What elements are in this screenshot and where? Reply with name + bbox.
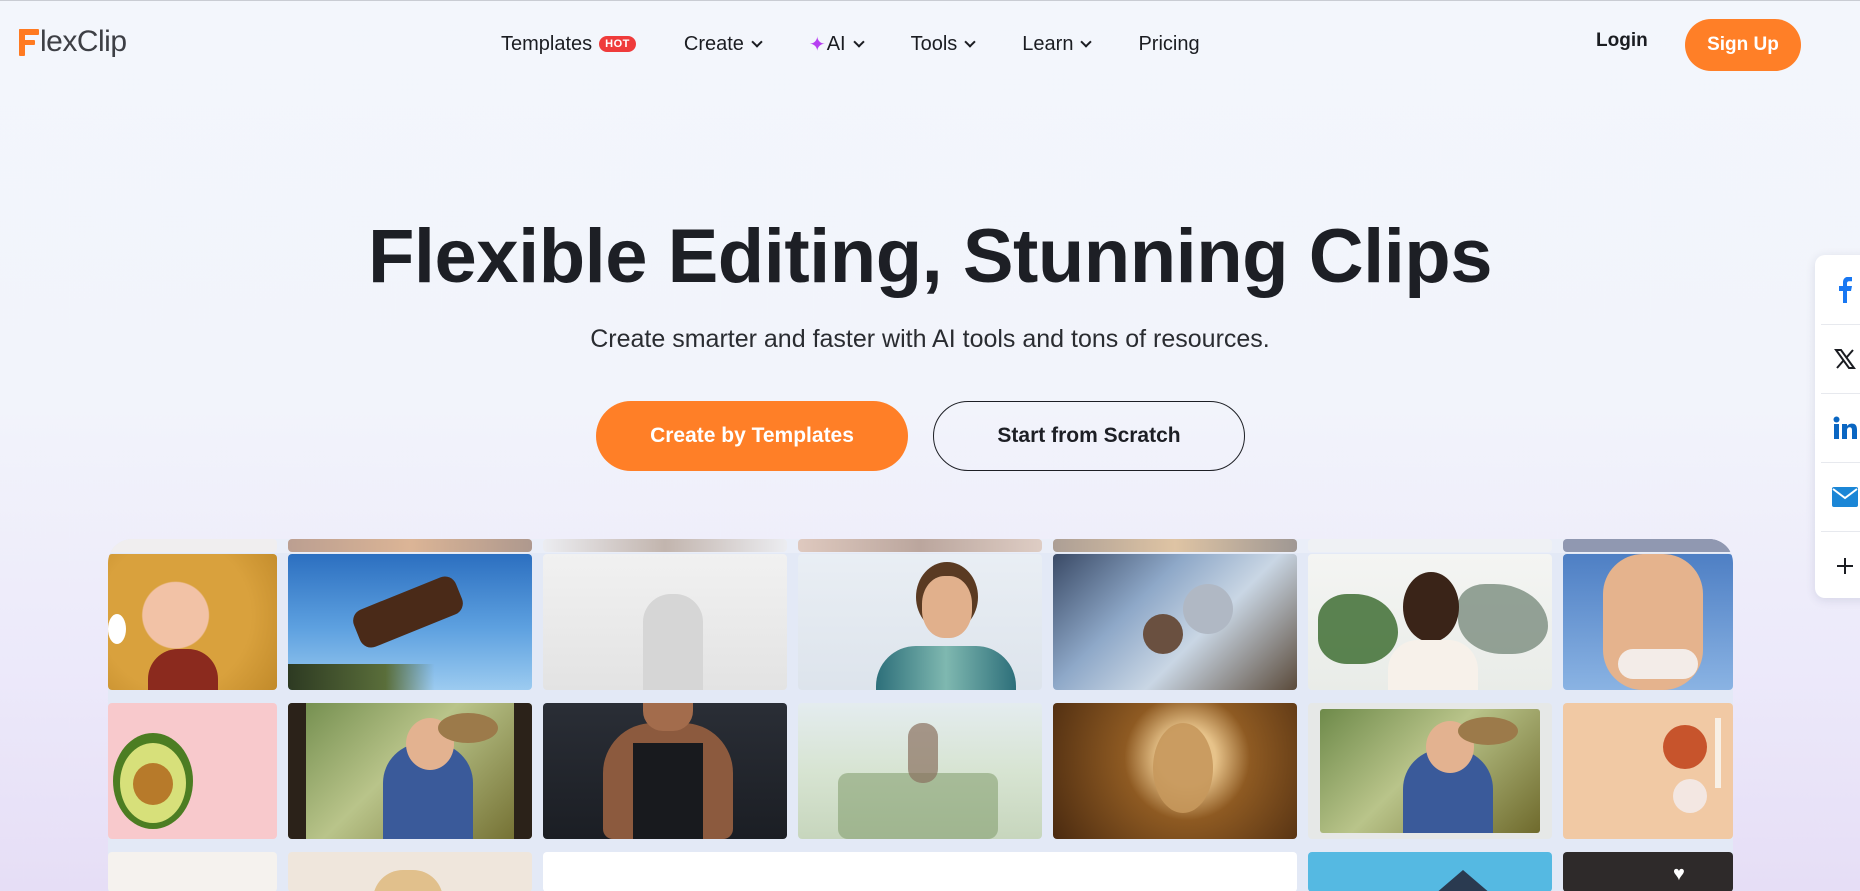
linkedin-icon: [1833, 416, 1857, 439]
gallery-tile[interactable]: [1563, 554, 1733, 690]
chevron-down-icon: [751, 35, 763, 48]
logo-mark-icon: [19, 27, 39, 57]
hero-title: Flexible Editing, Stunning Clips: [368, 214, 1493, 299]
signup-button[interactable]: Sign Up: [1685, 19, 1801, 71]
hero-subtitle: Create smarter and faster with AI tools …: [590, 325, 1270, 353]
gallery-tile[interactable]: [1563, 703, 1733, 839]
flexclip-logo[interactable]: lexClip: [19, 24, 127, 60]
more-share[interactable]: [1815, 531, 1860, 600]
gallery-tile[interactable]: [108, 554, 277, 690]
site-header: lexClip Templates HOT Create ✦ AI Tools …: [0, 0, 1860, 90]
gallery-tile[interactable]: [108, 703, 277, 839]
nav-templates-label: Templates: [501, 32, 593, 55]
gallery-tile[interactable]: [288, 554, 532, 690]
gallery-tile[interactable]: [1053, 554, 1297, 690]
email-icon: [1832, 486, 1858, 507]
nav-ai[interactable]: ✦ AI: [808, 28, 865, 60]
facebook-share[interactable]: [1815, 255, 1860, 324]
nav-pricing-label: Pricing: [1138, 32, 1200, 55]
facebook-icon: [1839, 276, 1852, 303]
chevron-down-icon: [1080, 35, 1093, 48]
nav-tools-label: Tools: [910, 32, 958, 55]
gallery-tile[interactable]: [798, 703, 1042, 839]
gallery-tile[interactable]: [288, 703, 532, 839]
nav-create[interactable]: Create: [683, 28, 763, 60]
nav-templates[interactable]: Templates HOT: [501, 28, 636, 60]
x-icon: [1834, 348, 1856, 369]
heart-icon: ♥: [1673, 863, 1685, 885]
create-by-templates-button[interactable]: Create by Templates: [596, 401, 908, 471]
nav-tools[interactable]: Tools: [910, 28, 976, 60]
email-share[interactable]: [1815, 462, 1860, 531]
main-nav: Templates HOT Create ✦ AI Tools Learn Pr…: [501, 28, 1248, 60]
gallery-tile[interactable]: [1053, 703, 1297, 839]
gallery-tile[interactable]: [543, 852, 1297, 891]
start-from-scratch-button[interactable]: Start from Scratch: [933, 401, 1245, 471]
nav-learn[interactable]: Learn: [1022, 28, 1093, 60]
nav-ai-label: AI: [826, 32, 846, 55]
gallery-tile[interactable]: [1308, 554, 1552, 690]
nav-pricing[interactable]: Pricing: [1138, 28, 1199, 60]
gallery-tile[interactable]: [543, 703, 787, 839]
x-share[interactable]: [1815, 324, 1860, 393]
sparkle-icon: ✦: [808, 33, 826, 56]
chevron-down-icon: [964, 35, 976, 48]
nav-learn-label: Learn: [1022, 32, 1074, 55]
gallery-tile[interactable]: ♥: [1563, 852, 1733, 891]
login-link[interactable]: Login: [1596, 30, 1648, 52]
gallery-top-fade: [108, 539, 1733, 553]
chevron-down-icon: [852, 35, 865, 48]
linkedin-share[interactable]: [1815, 393, 1860, 462]
gallery-tile[interactable]: [1308, 852, 1552, 891]
nav-create-label: Create: [683, 32, 744, 55]
gallery-tile[interactable]: [108, 852, 277, 891]
logo-text: lexClip: [40, 25, 127, 58]
social-share-bar: [1815, 255, 1860, 598]
plus-icon: [1837, 557, 1853, 574]
gallery-tile[interactable]: [798, 554, 1042, 690]
template-gallery: ♥: [108, 539, 1733, 891]
gallery-tile[interactable]: [543, 554, 787, 690]
gallery-tile[interactable]: [288, 852, 532, 891]
gallery-tile[interactable]: [1308, 703, 1552, 839]
hot-badge: HOT: [599, 36, 636, 52]
